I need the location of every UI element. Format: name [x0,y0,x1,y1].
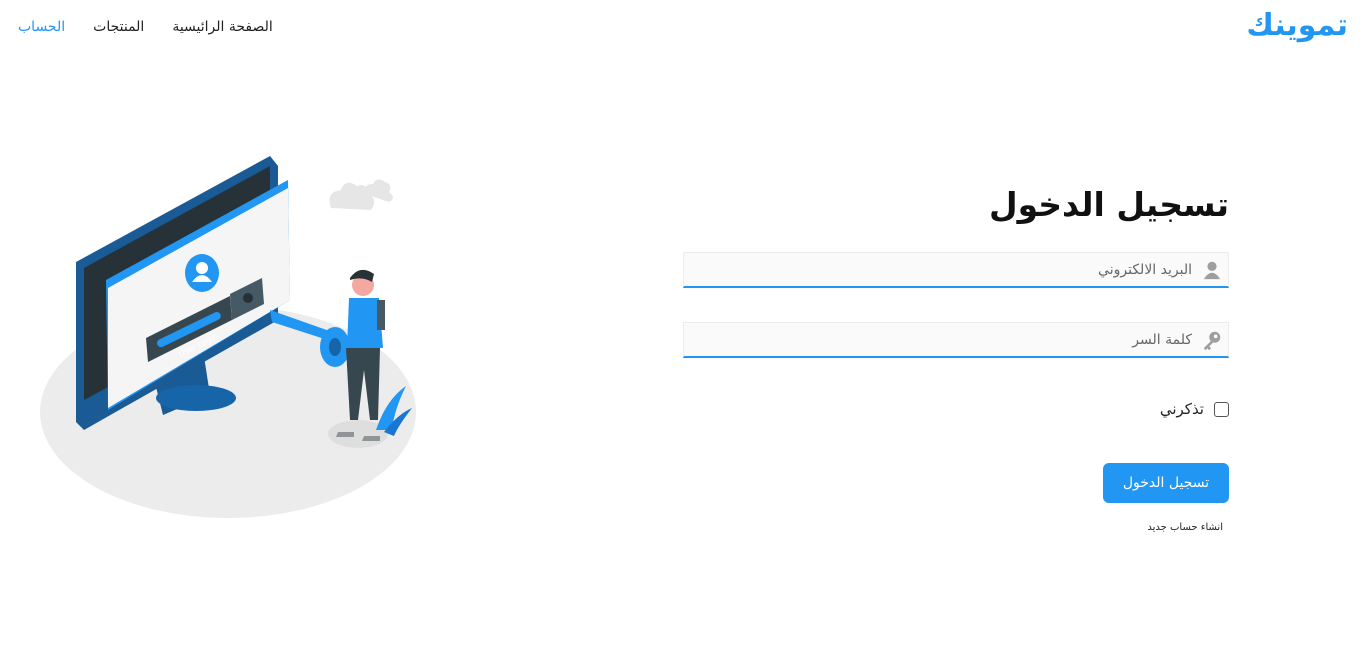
main-nav: الحساب المنتجات الصفحة الرائيسية [18,19,273,35]
login-illustration-graphic: User Login [40,156,416,518]
nav-products-link[interactable]: المنتجات [93,19,144,35]
key-icon [1203,331,1221,351]
email-field[interactable] [684,253,1228,286]
nav-home-link[interactable]: الصفحة الرائيسية [172,19,272,35]
password-field-wrapper [683,322,1229,358]
nav-account-link[interactable]: الحساب [18,19,65,35]
signup-link[interactable]: انشاء حساب جديد [1147,522,1223,533]
login-illustration: User Login [38,150,423,520]
remember-label: تذكرني [1159,400,1204,418]
login-button[interactable]: تسجيل الدخول [1103,463,1229,503]
login-form: تسجيل الدخول تذكرني تسجيل الدخول انشاء ح… [683,185,1229,533]
user-icon [1203,261,1221,280]
brand-logo[interactable]: تموينك [1246,8,1348,43]
password-field[interactable] [684,323,1228,356]
email-field-wrapper [683,252,1229,288]
remember-me[interactable]: تذكرني [1160,400,1229,418]
login-title: تسجيل الدخول [988,185,1229,224]
remember-checkbox[interactable] [1214,401,1229,417]
